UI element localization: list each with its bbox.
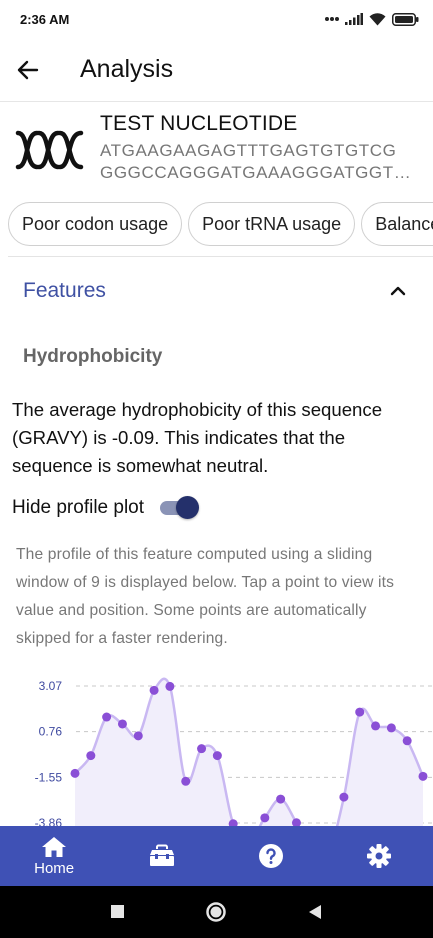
chart-point[interactable] xyxy=(197,744,207,754)
chart-point[interactable] xyxy=(70,768,80,778)
y-tick-label: 0.76 xyxy=(39,725,63,739)
chip-balanced[interactable]: Balanced GC content xyxy=(361,202,433,246)
chip-poor-trna-usage[interactable]: Poor tRNA usage xyxy=(188,202,356,246)
hydrophobicity-title: Hydrophobicity xyxy=(23,346,163,367)
hydrophobicity-chart: 3.07 0.76 -1.55 -3.86 xyxy=(0,668,433,826)
chevron-up-icon xyxy=(390,286,406,296)
divider xyxy=(8,256,433,257)
home-icon xyxy=(42,836,67,857)
arrow-back-icon xyxy=(17,60,39,79)
chart-point[interactable] xyxy=(386,723,396,733)
y-tick-label: -3.86 xyxy=(35,816,63,826)
chart-point[interactable] xyxy=(418,771,428,781)
chart-point[interactable] xyxy=(181,776,191,786)
nav-settings[interactable] xyxy=(325,826,433,886)
chart-point[interactable] xyxy=(133,731,143,741)
chart-point[interactable] xyxy=(402,736,412,746)
nav-tools[interactable] xyxy=(108,826,216,886)
hide-profile-switch[interactable] xyxy=(160,495,200,521)
chart-point[interactable] xyxy=(212,751,222,761)
sequence-line-1: ATGAAGAAGAGTTTGAGTGTGTCG xyxy=(100,141,397,160)
app-bar: Analysis xyxy=(0,38,433,102)
status-icons xyxy=(325,12,419,26)
sequence-info: TEST NUCLEOTIDE ATGAAGAAGAGTTTGAGTGTGTCG… xyxy=(100,108,412,192)
profile-toggle-row: Hide profile plot xyxy=(12,492,422,524)
chart-point[interactable] xyxy=(355,707,365,717)
hydrophobicity-summary: The average hydrophobicity of this seque… xyxy=(12,399,383,476)
status-bar: 2:36 AM xyxy=(0,0,433,38)
features-title: Features xyxy=(23,279,106,302)
bottom-navigation: Home xyxy=(0,826,433,886)
help-icon xyxy=(258,844,283,868)
chart-point[interactable] xyxy=(149,685,159,695)
issue-chips: Poor codon usage Poor tRNA usage Balance… xyxy=(8,202,433,248)
y-tick-label: 3.07 xyxy=(39,679,63,693)
switch-thumb xyxy=(176,496,200,519)
chart-point[interactable] xyxy=(165,681,175,691)
chip-poor-codon-usage[interactable]: Poor codon usage xyxy=(8,202,183,246)
chart-point[interactable] xyxy=(260,813,270,823)
chart-point[interactable] xyxy=(371,721,381,731)
more-icon xyxy=(325,17,339,21)
sequence-header: TEST NUCLEOTIDE ATGAAGAAGAGTTTGAGTGTGTCG… xyxy=(0,108,433,192)
settings-icon xyxy=(366,844,391,868)
back-triangle-icon[interactable] xyxy=(307,904,323,920)
toggle-label: Hide profile plot xyxy=(12,497,145,518)
profile-description: The profile of this feature computed usi… xyxy=(16,546,395,647)
system-navigation xyxy=(0,886,433,938)
recents-icon[interactable] xyxy=(110,904,126,920)
features-expander[interactable]: Features xyxy=(8,266,426,316)
nav-home[interactable]: Home xyxy=(0,826,108,886)
dna-logo xyxy=(0,108,92,192)
toolbox-icon xyxy=(150,844,175,866)
chart-point[interactable] xyxy=(117,719,127,729)
battery-icon xyxy=(392,12,419,26)
home-circle-icon[interactable] xyxy=(205,901,227,923)
nav-home-label: Home xyxy=(34,859,75,877)
back-button[interactable] xyxy=(0,42,56,98)
signal-icon xyxy=(345,13,363,25)
wifi-icon xyxy=(369,12,386,25)
y-tick-label: -1.55 xyxy=(35,770,63,784)
page-title: Analysis xyxy=(80,55,174,83)
sequence-line-2: GGGCCAGGGATGAAAGGGATGGTGA xyxy=(100,163,412,182)
chart-svg: 3.07 0.76 -1.55 -3.86 xyxy=(35,677,433,826)
nav-help[interactable] xyxy=(217,826,325,886)
chart-point[interactable] xyxy=(276,794,286,804)
chart-area xyxy=(75,678,423,826)
status-time: 2:36 AM xyxy=(20,11,70,27)
dna-icon xyxy=(15,130,84,170)
chart-point[interactable] xyxy=(102,712,112,722)
chart-point[interactable] xyxy=(339,792,349,802)
sequence-name: TEST NUCLEOTIDE xyxy=(100,112,298,135)
chart-point[interactable] xyxy=(86,751,96,761)
